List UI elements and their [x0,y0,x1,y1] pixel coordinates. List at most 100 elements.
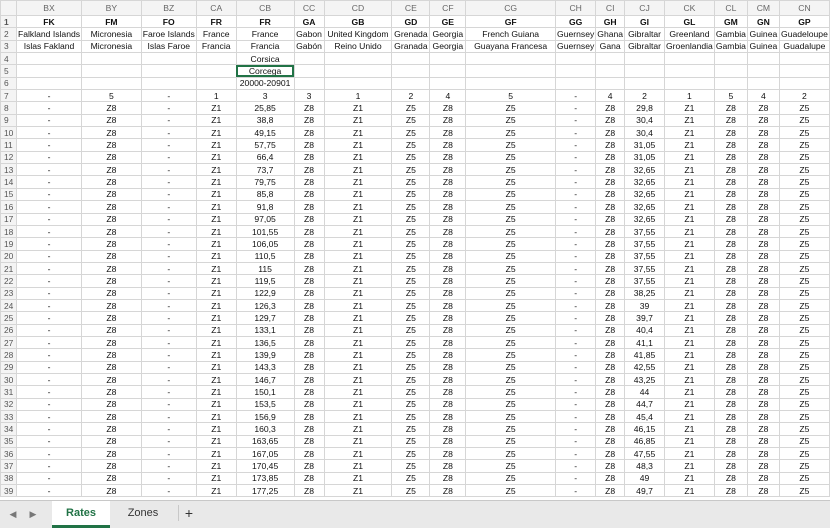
cell[interactable]: Z1 [323,286,393,300]
cell[interactable]: Z8 [746,138,780,152]
cell[interactable]: - [140,212,197,226]
cell[interactable]: Z8 [595,335,626,350]
cell[interactable] [713,64,748,78]
cell[interactable] [81,76,142,91]
cell[interactable]: Z8 [293,138,325,152]
cell[interactable]: Z8 [293,311,325,325]
cell[interactable]: Z8 [595,484,626,498]
cell[interactable]: GB [323,14,393,29]
cell[interactable]: Guadalupe [778,39,830,54]
cell[interactable]: Z8 [429,323,467,337]
cell[interactable]: 97,05 [235,212,295,226]
cell[interactable]: 38,8 [235,113,295,128]
cell[interactable]: Z8 [713,187,748,202]
cell[interactable]: - [15,360,83,374]
cell[interactable]: Z8 [81,298,142,313]
row-header[interactable]: 29 [0,360,17,374]
cell[interactable]: 49 [624,471,665,486]
cell[interactable]: Z8 [713,237,748,251]
cell[interactable]: - [555,249,597,263]
cell[interactable]: Z5 [465,138,557,152]
cell[interactable]: GA [293,14,325,29]
cell[interactable]: - [555,397,597,412]
cell[interactable] [778,52,830,66]
cell[interactable]: Gambia [713,27,748,41]
cell[interactable]: 91,8 [235,200,295,214]
row-header[interactable]: 37 [0,459,17,473]
cell[interactable]: - [15,385,83,399]
cell[interactable]: Z5 [391,101,431,115]
cell[interactable]: Z1 [195,138,237,152]
cell[interactable]: - [15,311,83,325]
tab-zones[interactable]: Zones [114,501,172,525]
cell[interactable]: Z8 [429,360,467,374]
cell[interactable]: 37,55 [624,224,665,239]
cell[interactable]: Z8 [293,323,325,337]
cell[interactable]: Z8 [293,459,325,473]
row-header[interactable]: 15 [0,187,17,202]
cell[interactable]: - [140,348,197,362]
cell[interactable]: 66,4 [235,150,295,165]
cell[interactable]: Z8 [713,274,748,288]
cell[interactable]: Z1 [664,409,715,424]
cell[interactable]: Z8 [293,163,325,177]
cell[interactable]: - [555,261,597,276]
cell[interactable]: - [15,459,83,473]
cell[interactable]: Z8 [746,409,780,424]
cell[interactable]: - [15,249,83,263]
cell[interactable]: 49,15 [235,126,295,140]
cell[interactable]: Z1 [195,175,237,189]
cell[interactable]: 44 [624,385,665,399]
cell[interactable]: Z8 [713,249,748,263]
cell[interactable]: Z1 [195,385,237,399]
cell[interactable]: - [15,237,83,251]
cell[interactable]: Z8 [595,200,626,214]
cell[interactable]: Z8 [595,372,626,387]
cell[interactable]: - [15,187,83,202]
row-header[interactable]: 26 [0,323,17,337]
cell[interactable]: - [140,249,197,263]
cell[interactable]: Z8 [81,200,142,214]
cell[interactable]: Z8 [81,323,142,337]
cell[interactable]: 48,3 [624,459,665,473]
cell[interactable]: - [15,434,83,449]
cell[interactable]: - [140,89,197,103]
cell[interactable]: Z1 [195,323,237,337]
column-header-cc[interactable]: CC [293,0,325,16]
cell[interactable]: Z5 [778,372,830,387]
cell[interactable]: Z8 [746,385,780,399]
cell[interactable]: Z8 [81,126,142,140]
cell[interactable]: 42,55 [624,360,665,374]
cell[interactable]: Z5 [778,274,830,288]
cell[interactable]: Z1 [664,447,715,461]
cell[interactable]: Z8 [713,360,748,374]
cell[interactable]: Z1 [323,163,393,177]
cell[interactable]: Z5 [778,397,830,412]
cell[interactable]: Z8 [746,422,780,436]
cell[interactable]: Z1 [195,163,237,177]
cell[interactable]: 106,05 [235,237,295,251]
cell[interactable]: Z8 [429,348,467,362]
cell[interactable]: Gibraltar [624,39,665,54]
cell[interactable]: Corsica [235,52,295,66]
cell[interactable]: GN [746,14,780,29]
cell[interactable]: Z8 [81,237,142,251]
cell[interactable]: Z5 [391,360,431,374]
cell[interactable]: - [555,311,597,325]
cell[interactable]: 170,45 [235,459,295,473]
cell[interactable]: - [555,286,597,300]
cell[interactable]: - [15,261,83,276]
cell[interactable]: Z8 [81,335,142,350]
cell[interactable]: Z1 [664,150,715,165]
cell[interactable]: Z1 [323,422,393,436]
row-header[interactable]: 8 [0,101,17,115]
column-header-ca[interactable]: CA [195,0,237,16]
cell[interactable]: Z8 [595,187,626,202]
cell[interactable]: GI [624,14,665,29]
cell[interactable] [293,76,325,91]
cell[interactable]: Z8 [595,163,626,177]
cell[interactable]: Z1 [195,261,237,276]
row-header[interactable]: 27 [0,335,17,350]
cell[interactable] [293,64,325,78]
cell[interactable]: - [555,409,597,424]
